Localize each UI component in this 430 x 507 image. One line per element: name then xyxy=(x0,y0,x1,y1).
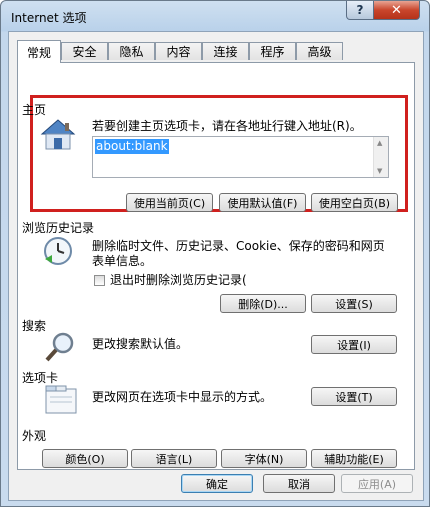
use-current-button[interactable]: 使用当前页(C) xyxy=(126,193,213,212)
scroll-up-icon[interactable]: ▲ xyxy=(377,139,382,147)
home-page-address-text: about:blank xyxy=(95,139,169,154)
accessibility-button[interactable]: 辅助功能(E) xyxy=(311,449,397,468)
tab-content[interactable]: 内容 xyxy=(155,42,202,60)
delete-history-button[interactable]: 删除(D)... xyxy=(220,294,306,313)
tabs-settings-button[interactable]: 设置(T) xyxy=(311,387,397,406)
tab-security[interactable]: 安全 xyxy=(61,42,108,60)
delete-history-on-exit-checkbox[interactable] xyxy=(94,275,105,286)
languages-button[interactable]: 语言(L) xyxy=(131,449,217,468)
history-clock-icon xyxy=(44,237,72,265)
scroll-down-icon[interactable]: ▼ xyxy=(377,167,382,175)
help-button[interactable]: ? xyxy=(346,1,374,20)
search-description: 更改搜索默认值。 xyxy=(92,337,189,351)
tabs-description: 更改网页在选项卡中显示的方式。 xyxy=(92,390,273,404)
colors-button[interactable]: 颜色(O) xyxy=(42,449,128,468)
window-title: Internet 选项 xyxy=(11,11,87,25)
tab-programs[interactable]: 程序 xyxy=(249,42,296,60)
close-icon: ✕ xyxy=(391,2,402,18)
fonts-button[interactable]: 字体(N) xyxy=(221,449,307,468)
tabs-group-label: 选项卡 xyxy=(22,371,59,385)
help-icon: ? xyxy=(356,3,364,17)
close-button[interactable]: ✕ xyxy=(373,1,420,20)
delete-history-on-exit-label: 退出时删除浏览历史记录( xyxy=(110,273,247,287)
history-description-line1: 删除临时文件、历史记录、Cookie、保存的密码和网页 xyxy=(92,239,385,253)
general-tab-panel: 主页 若要创建主页选项卡，请在各地址行键入地址(R)。 about:blank … xyxy=(17,62,415,470)
tabs-icon xyxy=(45,385,77,414)
ok-button[interactable]: 确定 xyxy=(181,474,253,493)
use-default-button[interactable]: 使用默认值(F) xyxy=(219,193,306,212)
internet-options-window: Internet 选项 ? ✕ 常规 安全 隐私 内容 连接 程序 高级 主页 xyxy=(0,0,430,507)
search-settings-button[interactable]: 设置(I) xyxy=(311,335,397,354)
dialog-client-area: 常规 安全 隐私 内容 连接 程序 高级 主页 若要创建主页选项卡，请在各地址行… xyxy=(8,31,424,501)
use-blank-button[interactable]: 使用空白页(B) xyxy=(311,193,398,212)
browsing-history-group-label: 浏览历史记录 xyxy=(22,221,95,235)
search-icon xyxy=(45,332,74,362)
home-icon xyxy=(40,119,76,150)
appearance-group-label: 外观 xyxy=(22,429,47,443)
cancel-button[interactable]: 取消 xyxy=(263,474,335,493)
apply-button[interactable]: 应用(A) xyxy=(341,474,413,493)
tab-connections[interactable]: 连接 xyxy=(202,42,249,60)
title-bar[interactable]: Internet 选项 ? ✕ xyxy=(1,1,429,31)
tab-advanced[interactable]: 高级 xyxy=(296,42,343,60)
home-page-group-label: 主页 xyxy=(22,103,47,117)
search-group-label: 搜索 xyxy=(22,319,47,333)
history-description-line2: 表单信息。 xyxy=(92,254,153,268)
home-page-address-input[interactable]: about:blank ▲ ▼ xyxy=(92,136,389,178)
home-page-description: 若要创建主页选项卡，请在各地址行键入地址(R)。 xyxy=(92,119,362,133)
tab-privacy[interactable]: 隐私 xyxy=(108,42,155,60)
history-settings-button[interactable]: 设置(S) xyxy=(311,294,397,313)
address-scrollbar[interactable]: ▲ ▼ xyxy=(373,137,388,177)
tab-general[interactable]: 常规 xyxy=(17,40,61,63)
